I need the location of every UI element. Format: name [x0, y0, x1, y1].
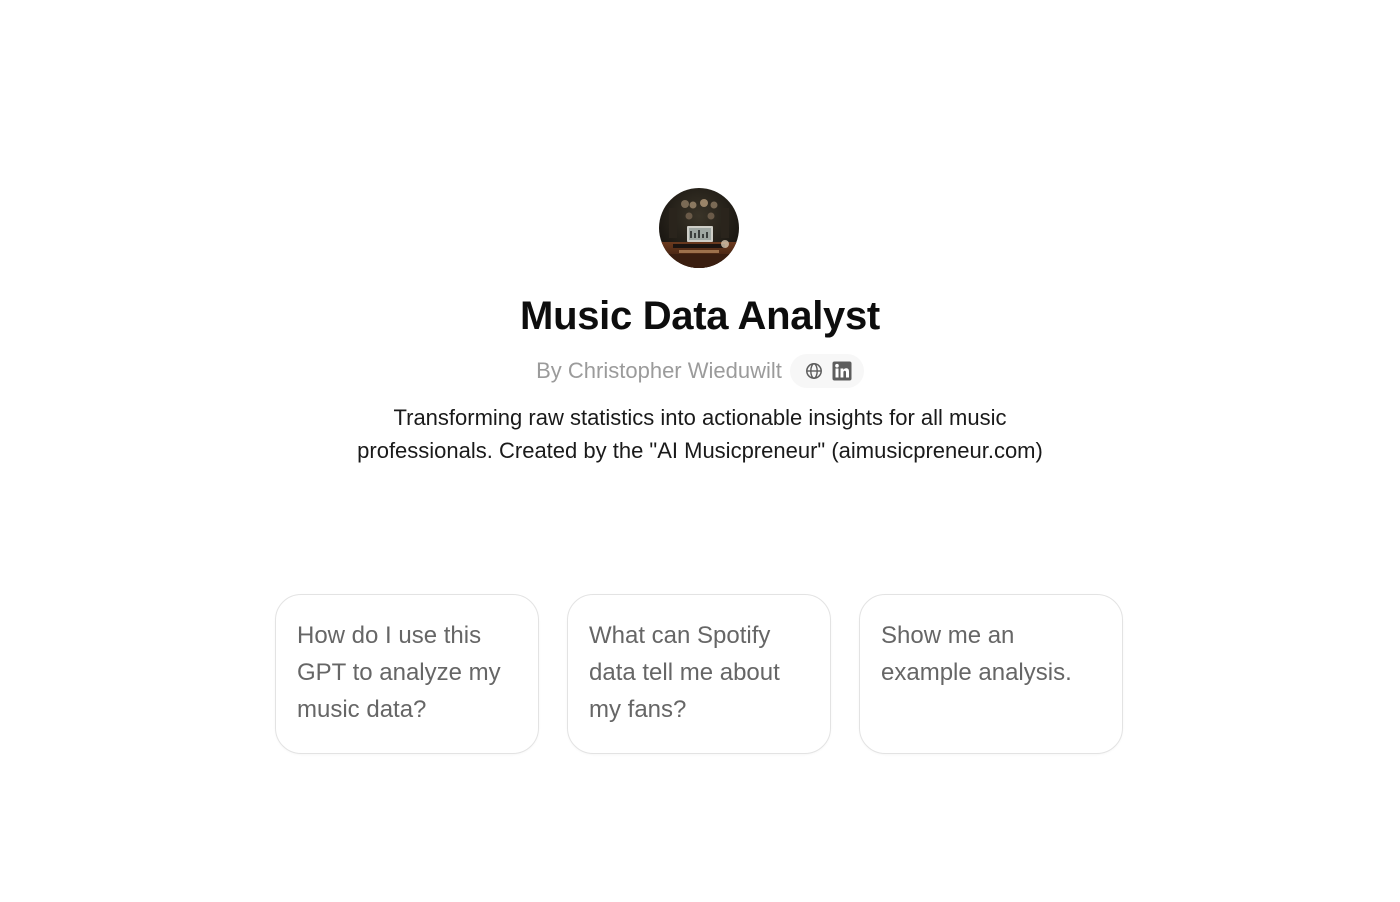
linkedin-icon[interactable] — [831, 360, 853, 382]
gpt-description: Transforming raw statistics into actiona… — [357, 405, 1043, 463]
gpt-avatar[interactable] — [659, 188, 739, 268]
conversation-starters: How do I use this GPT to analyze my musi… — [275, 594, 1123, 754]
starter-card[interactable]: What can Spotify data tell me about my f… — [567, 594, 831, 754]
gpt-title: Music Data Analyst — [520, 294, 880, 338]
starter-text: What can Spotify data tell me about my f… — [589, 622, 780, 723]
starter-text: Show me an example analysis. — [881, 622, 1072, 686]
starter-text: How do I use this GPT to analyze my musi… — [297, 622, 501, 723]
globe-icon[interactable] — [803, 360, 825, 382]
author-byline: By Christopher Wieduwilt — [0, 354, 1400, 388]
starter-card[interactable]: How do I use this GPT to analyze my musi… — [275, 594, 539, 754]
social-links — [789, 354, 864, 388]
starter-card[interactable]: Show me an example analysis. — [859, 594, 1123, 754]
music-studio-avatar-icon — [659, 188, 739, 268]
author-name: By Christopher Wieduwilt — [536, 358, 782, 383]
gpt-intro-page: Music Data Analyst By Christopher Wieduw… — [0, 0, 1400, 902]
